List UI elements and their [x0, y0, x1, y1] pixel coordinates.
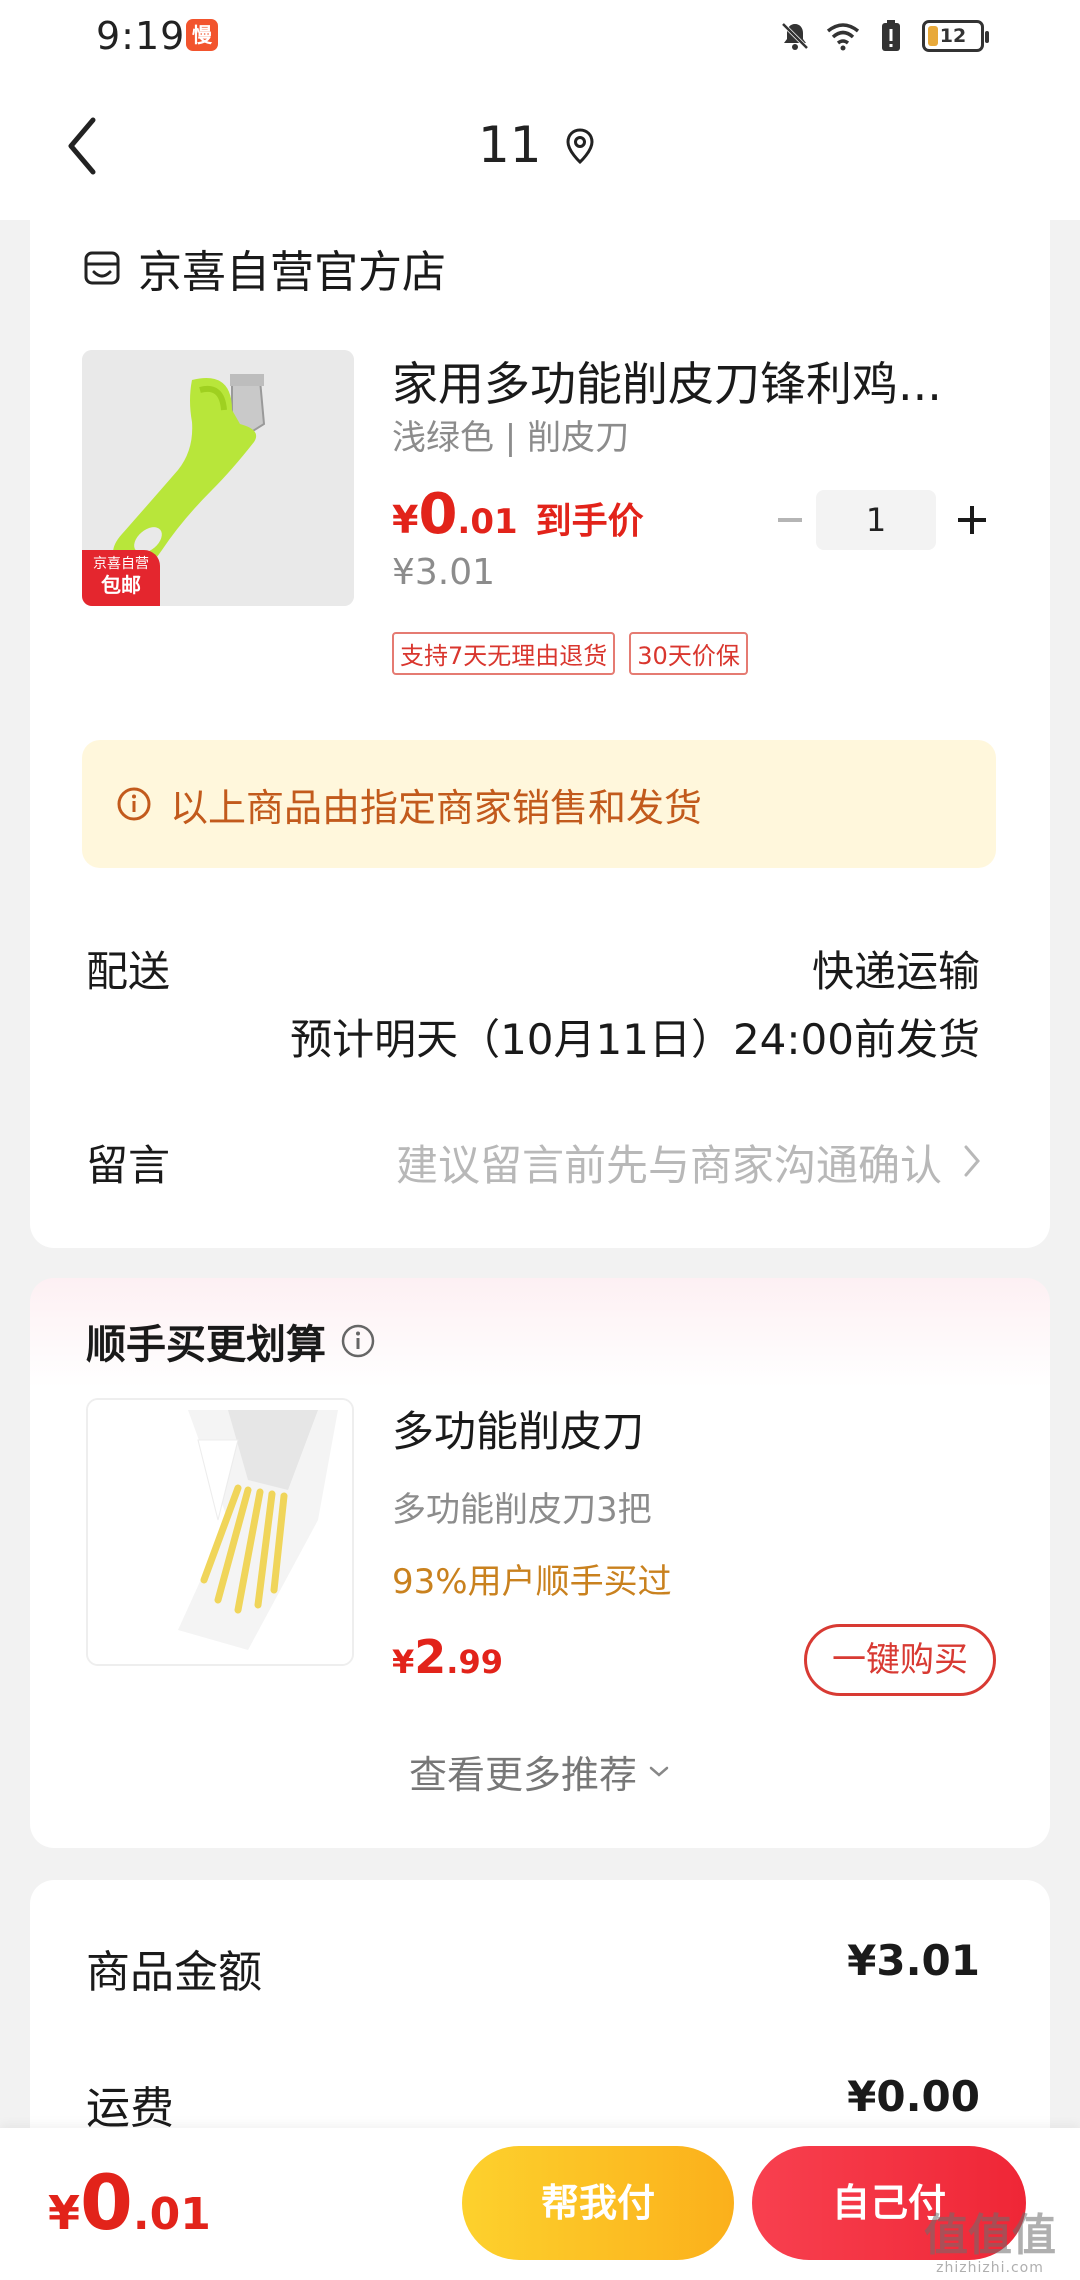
recommendation-card: 顺手买更划算 多功能削皮刀 多功能削皮刀3把 93%用户顺手买过 ¥ 2 .99 — [30, 1278, 1050, 1848]
goods-amount-value: ¥3.01 — [847, 1936, 980, 1985]
total-price: ¥ 0 .01 — [48, 2158, 211, 2247]
store-icon — [84, 251, 120, 285]
recommendation-title: 顺手买更划算 — [86, 1322, 326, 1368]
battery-alert-icon — [874, 19, 908, 53]
free-shipping-badge: 京喜自营 包邮 — [82, 550, 160, 606]
shop-header[interactable]: 京喜自营官方店 — [82, 236, 446, 300]
help-me-pay-button[interactable]: 帮我付 — [462, 2146, 734, 2260]
price-tag: 到手价 — [535, 501, 644, 542]
nav-bar: 11 — [0, 72, 1080, 220]
plus-icon — [958, 506, 986, 534]
shipping-fee-label: 运费 — [86, 2083, 174, 2134]
delivery-eta: 预计明天（10月11日）24:00前发货 — [290, 1015, 980, 1064]
message-input[interactable]: 建议留言前先与商家沟通确认 — [396, 1132, 942, 1193]
original-price: ¥3.01 — [392, 552, 496, 593]
wifi-icon — [826, 19, 860, 53]
price-integer: 2 — [414, 1630, 447, 1684]
see-more-recommendations[interactable]: 查看更多推荐 — [30, 1744, 1050, 1799]
watermark: 值值值 zhizhizhi.com — [910, 2212, 1070, 2278]
price-decimal: .99 — [446, 1643, 503, 1681]
badge-brand: 京喜自营 — [93, 556, 149, 572]
badge-free-shipping: 包邮 — [101, 572, 141, 597]
total-price-integer: 0 — [80, 2158, 133, 2247]
battery-icon: 12 — [922, 20, 989, 52]
notice-text: 以上商品由指定商家销售和发货 — [170, 785, 703, 830]
watermark-logo: 值值值 — [924, 2210, 1056, 2261]
watermark-url: zhizhizhi.com — [936, 2260, 1044, 2276]
seller-notice: 以上商品由指定商家销售和发货 — [82, 740, 996, 868]
delivery-method[interactable]: 快递运输 — [812, 938, 980, 999]
battery-level: 12 — [939, 25, 967, 47]
quantity-decrease-button[interactable] — [760, 492, 820, 548]
see-more-label: 查看更多推荐 — [408, 1753, 637, 1797]
status-time: 9:19 — [96, 14, 186, 58]
order-card: 京喜自营官方店 京喜自营 包邮 家用多功能削皮刀锋利鸡... 浅绿色 | 削皮刀… — [30, 210, 1050, 1248]
minus-icon — [778, 518, 802, 522]
address-title[interactable]: 11 — [478, 116, 542, 174]
recommended-product-desc: 多功能削皮刀3把 — [392, 1490, 652, 1530]
product-title[interactable]: 家用多功能削皮刀锋利鸡... — [392, 348, 1012, 414]
product-image[interactable]: 京喜自营 包邮 — [82, 350, 354, 606]
total-price-symbol: ¥ — [48, 2186, 81, 2240]
info-icon — [117, 787, 151, 821]
shop-name: 京喜自营官方店 — [138, 247, 446, 298]
app-notification-badge: 慢 — [186, 19, 218, 51]
delivery-label: 配送 — [86, 947, 171, 996]
recommendation-header: 顺手买更划算 — [86, 1312, 376, 1370]
recommended-product-image[interactable] — [86, 1398, 354, 1666]
back-button[interactable] — [52, 106, 112, 186]
status-bar: 9:19 慢 12 — [0, 0, 1080, 72]
chevron-down-icon — [649, 1766, 669, 1777]
product-price: ¥ 0 .01 到手价 — [392, 482, 644, 547]
one-click-buy-button[interactable]: 一键购买 — [804, 1624, 996, 1696]
chevron-left-icon — [68, 117, 96, 175]
shipping-fee-value: ¥0.00 — [847, 2072, 980, 2121]
price-integer: 0 — [418, 482, 458, 547]
recommended-social-proof: 93%用户顺手买过 — [392, 1562, 672, 1602]
bell-off-icon — [778, 19, 812, 53]
info-icon[interactable] — [340, 1323, 376, 1359]
service-tags: 支持7天无理由退货 30天价保 — [392, 632, 748, 675]
location-pin-icon[interactable] — [560, 126, 600, 166]
price-symbol: ¥ — [392, 498, 419, 542]
price-symbol: ¥ — [392, 1643, 415, 1681]
total-price-decimal: .01 — [132, 2189, 211, 2240]
product-spec[interactable]: 浅绿色 | 削皮刀 — [392, 410, 629, 459]
price-protection-tag: 30天价保 — [629, 632, 748, 675]
message-label: 留言 — [86, 1141, 171, 1190]
status-icons: 12 — [778, 16, 989, 56]
goods-amount-label: 商品金额 — [86, 1947, 262, 1998]
quantity-increase-button[interactable] — [942, 492, 1002, 548]
price-decimal: .01 — [457, 502, 518, 542]
recommended-product-name[interactable]: 多功能削皮刀 — [392, 1398, 644, 1459]
quantity-input[interactable]: 1 — [816, 490, 936, 550]
return-policy-tag: 支持7天无理由退货 — [392, 632, 616, 675]
chevron-right-icon[interactable] — [954, 1138, 990, 1184]
recommended-product-price: ¥ 2 .99 — [392, 1630, 503, 1684]
